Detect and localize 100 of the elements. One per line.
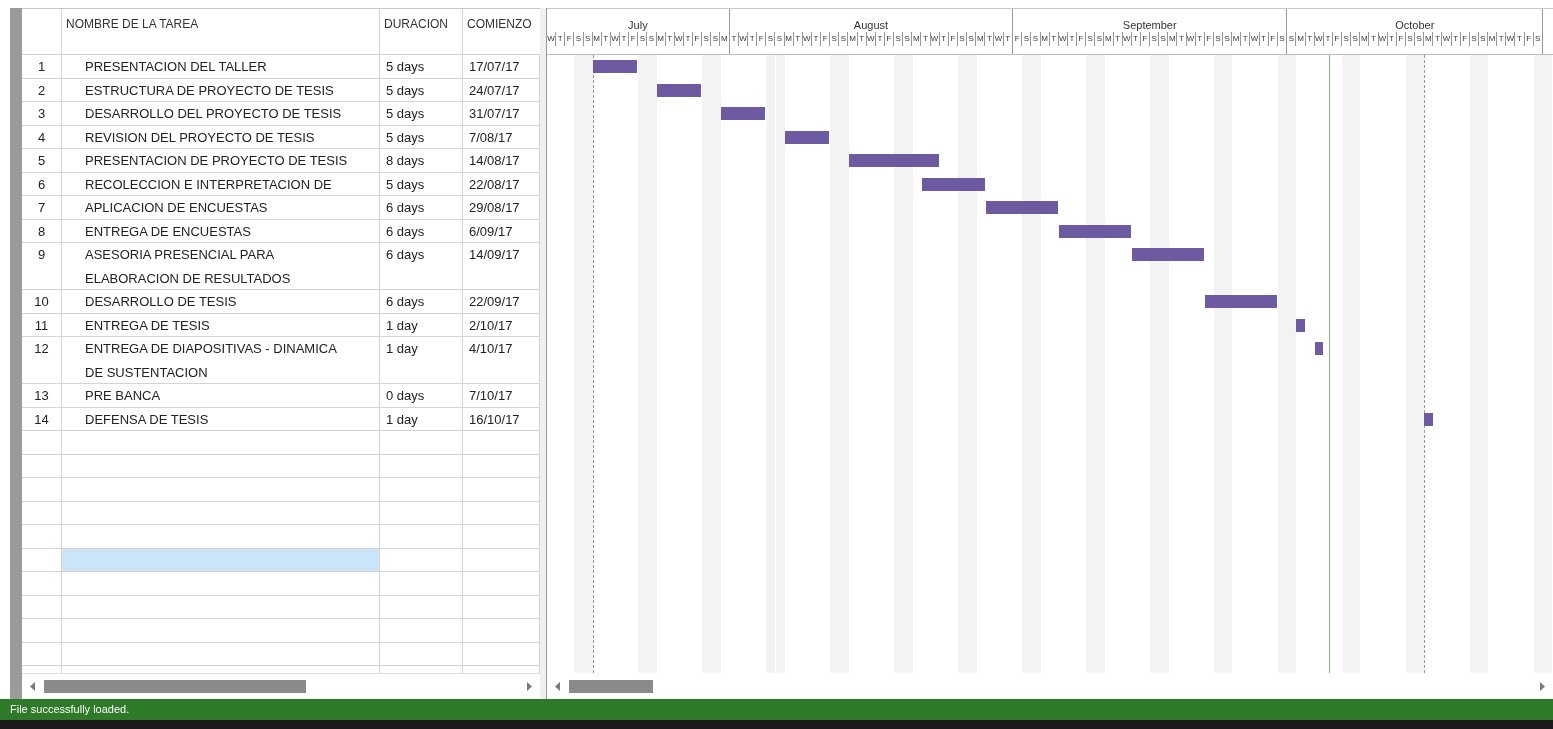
day-label: M [1424, 32, 1434, 46]
duration-cell: 6 days [380, 219, 463, 243]
day-label: T [1387, 32, 1397, 46]
task-bar[interactable] [1296, 318, 1305, 332]
task-name-cell: APLICACION DE ENCUESTAS [62, 196, 380, 220]
task-bar[interactable] [1314, 342, 1323, 355]
day-label: S [1213, 32, 1223, 46]
task-name-cell: ENTREGA DE DIAPOSITIVAS - DINAMICA DE SUSTENTACION [62, 337, 380, 384]
duration-cell: 5 days [380, 172, 463, 196]
day-label: T [748, 32, 758, 46]
scroll-left-icon[interactable] [555, 681, 561, 691]
task-name-cell: REVISION DEL PROYECTO DE TESIS [62, 125, 380, 149]
day-label: W [1058, 32, 1068, 46]
day-label: T [1241, 32, 1251, 46]
task-bar[interactable] [1131, 248, 1205, 261]
duration-cell: 5 days [380, 55, 463, 79]
day-label: S [766, 32, 776, 46]
column-header[interactable]: DURACION [380, 9, 463, 54]
day-label: T [1177, 32, 1187, 46]
scroll-right-icon[interactable] [1539, 681, 1545, 691]
task-name-cell: PRESENTACION DE PROYECTO DE TESIS [62, 149, 380, 173]
day-label: T [1323, 32, 1333, 46]
day-label: T [1497, 32, 1507, 46]
day-label: S [711, 32, 721, 46]
day-label: F [565, 32, 575, 46]
scroll-thumb[interactable] [569, 679, 653, 693]
task-bar[interactable] [1058, 224, 1131, 238]
row-number: 7 [22, 196, 62, 220]
day-label: M [656, 32, 666, 46]
day-label: T [857, 32, 867, 46]
row-number: 8 [22, 219, 62, 243]
task-name-cell[interactable] [62, 642, 380, 666]
day-label: F [1204, 32, 1214, 46]
row-number: 9 [22, 243, 62, 290]
day-label: S [638, 32, 648, 46]
day-label: S [1150, 32, 1160, 46]
day-label: T [811, 32, 822, 46]
task-bar[interactable] [1424, 412, 1433, 426]
month-label: September [1122, 19, 1177, 32]
scroll-thumb[interactable] [44, 680, 306, 693]
row-number: 6 [22, 172, 62, 196]
day-label: T [1305, 32, 1315, 46]
task-bar[interactable] [720, 107, 766, 120]
task-name-cell[interactable] [62, 619, 380, 643]
day-label: F [1396, 32, 1406, 46]
task-name-cell[interactable] [62, 525, 380, 549]
task-name-cell[interactable] [62, 572, 380, 596]
day-label: S [839, 32, 849, 46]
day-label: M [1296, 32, 1306, 46]
day-label: W [1250, 32, 1260, 46]
day-label: W [738, 32, 749, 46]
day-label: T [665, 32, 675, 46]
column-header[interactable]: COMIENZO [463, 9, 540, 54]
row-number: 2 [22, 78, 62, 102]
task-name-cell[interactable] [62, 454, 380, 478]
day-label: F [821, 32, 831, 46]
task-name-cell: ENTREGA DE TESIS [62, 313, 380, 337]
row-number: 14 [22, 407, 62, 431]
task-name-cell[interactable] [62, 595, 380, 619]
day-label: S [1415, 32, 1425, 46]
day-label: S [574, 32, 584, 46]
day-label: S [1478, 32, 1489, 46]
day-label: W [1314, 32, 1324, 46]
task-bar[interactable] [656, 83, 702, 97]
duration-cell: 0 days [380, 384, 463, 408]
scroll-right-icon[interactable] [526, 682, 532, 691]
duration-cell: 5 days [380, 125, 463, 149]
day-label: S [1022, 32, 1032, 46]
duration-cell: 1 day [380, 407, 463, 431]
day-label: F [1013, 32, 1023, 46]
day-label: T [1515, 32, 1525, 46]
day-label: M [1040, 32, 1050, 46]
column-header[interactable]: NOMBRE DE LA TAREA [62, 9, 380, 54]
day-label: T [875, 32, 885, 46]
scroll-left-icon[interactable] [30, 682, 36, 691]
day-label: S [894, 32, 904, 46]
day-label: W [1378, 32, 1388, 46]
task-bar[interactable] [921, 177, 985, 191]
task-name-cell: PRE BANCA [62, 384, 380, 408]
day-label: F [1077, 32, 1087, 46]
task-name-cell[interactable] [62, 548, 380, 572]
day-label: S [1287, 32, 1297, 46]
row-number: 11 [22, 313, 62, 337]
day-label: T [985, 32, 995, 46]
task-name-cell[interactable] [62, 431, 380, 455]
task-name-cell: ASESORIA PRESENCIAL PARA ELABORACION DE RESULTADOS [62, 243, 380, 290]
task-bar[interactable] [784, 130, 830, 144]
task-name-cell: DESARROLLO DEL PROYECTO DE TESIS [62, 102, 380, 126]
task-name-cell[interactable] [62, 478, 380, 502]
day-label: S [583, 32, 593, 46]
day-label: M [720, 32, 730, 46]
day-label: M [1488, 32, 1498, 46]
panel-splitter[interactable] [540, 8, 547, 699]
task-name-cell: ENTREGA DE ENCUESTAS [62, 219, 380, 243]
day-label: M [976, 32, 986, 46]
day-label: F [948, 32, 958, 46]
task-name-cell[interactable] [62, 501, 380, 525]
day-label: M [848, 32, 858, 46]
day-label: T [1113, 32, 1123, 46]
task-bar[interactable] [592, 60, 638, 73]
